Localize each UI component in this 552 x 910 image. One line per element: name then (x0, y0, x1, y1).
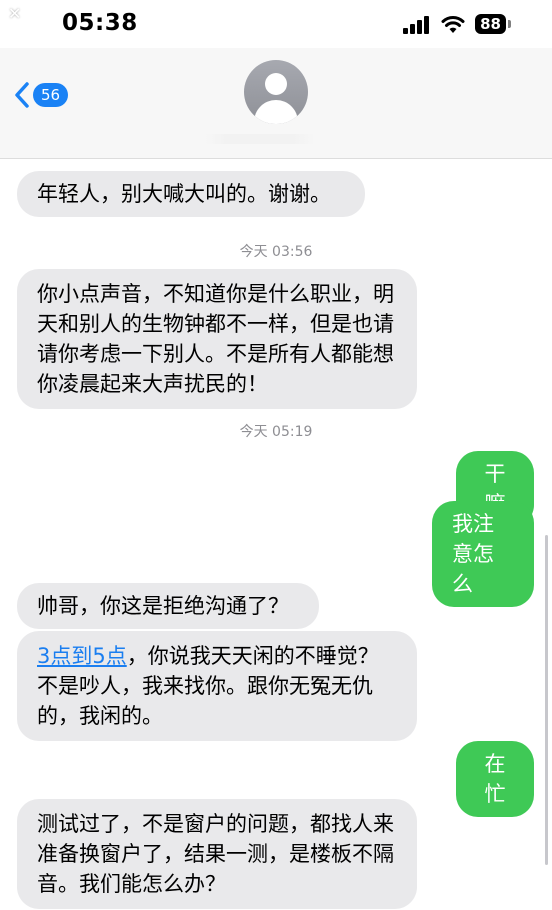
message-text: 测试过了，不是窗户的问题，都找人来准备换窗户了，结果一测，是楼板不隔音。我们能怎… (37, 812, 394, 896)
battery-icon: 88 (475, 14, 511, 34)
contact-name[interactable] (205, 134, 315, 144)
back-button[interactable]: 56 (14, 78, 69, 112)
wifi-icon (441, 16, 465, 33)
message-timestamp: 今天 05:19 (239, 424, 313, 440)
message-text: 帅哥，你这是拒绝沟通了？ (37, 594, 289, 618)
message-bubble-incoming[interactable]: 年轻人，别大喊大叫的。谢谢。 (17, 171, 365, 217)
message-text: 年轻人，别大喊大叫的。谢谢。 (37, 182, 331, 206)
status-bar: 05:38 88 (0, 0, 552, 48)
message-text: 在忙 (484, 752, 506, 806)
message-text: 我注意怎么 (452, 512, 494, 596)
message-bubble-outgoing[interactable]: 我注意怎么 (432, 501, 534, 607)
conversation-header: 56 (0, 48, 552, 159)
message-bubble-outgoing[interactable]: 在忙 (456, 741, 534, 817)
message-bubble-incoming[interactable]: 3点到5点，你说我天天闲的不睡觉？不是吵人，我来找你。跟你无冤无仇的，我闲的。 (17, 631, 417, 741)
chevron-left-icon (15, 82, 29, 108)
message-bubble-incoming[interactable]: 帅哥，你这是拒绝沟通了？ (17, 583, 319, 629)
contact-avatar[interactable] (244, 60, 308, 124)
person-icon (265, 73, 287, 95)
battery-level: 88 (475, 14, 506, 34)
message-bubble-incoming[interactable]: 测试过了，不是窗户的问题，都找人来准备换窗户了，结果一测，是楼板不隔音。我们能怎… (17, 799, 417, 909)
cellular-signal-icon (403, 16, 429, 34)
message-text: 你小点声音，不知道你是什么职业，明天和别人的生物钟都不一样，但是也请请你考虑一下… (37, 282, 394, 396)
message-timestamp: 今天 03:56 (239, 244, 313, 260)
message-bubble-incoming[interactable]: 你小点声音，不知道你是什么职业，明天和别人的生物钟都不一样，但是也请请你考虑一下… (17, 269, 417, 409)
message-thread[interactable]: 年轻人，别大喊大叫的。谢谢。 今天 03:56 你小点声音，不知道你是什么职业，… (0, 159, 552, 910)
unread-count-badge: 56 (33, 83, 69, 107)
time-link[interactable]: 3点到5点 (37, 644, 127, 668)
scrollbar[interactable] (545, 535, 548, 865)
status-time: 05:38 (62, 10, 138, 36)
